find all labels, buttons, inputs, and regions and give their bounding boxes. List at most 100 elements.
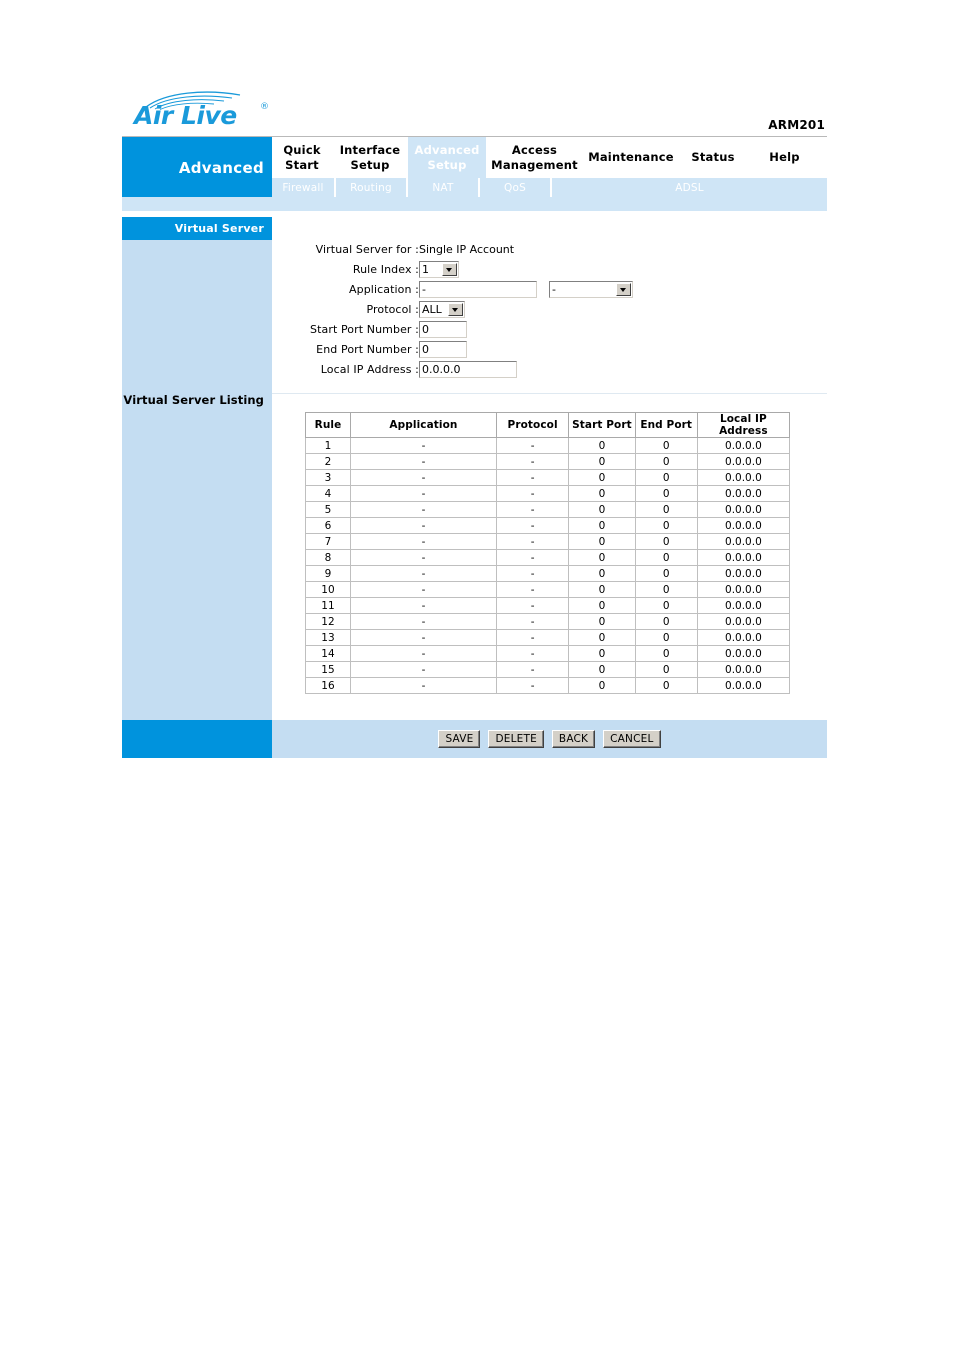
- cancel-button[interactable]: CANCEL: [603, 730, 661, 748]
- form-row-protocol: Protocol : ALL: [310, 299, 633, 319]
- start-port-number-input[interactable]: [418, 320, 467, 338]
- table-cell-start-port: 0: [568, 613, 636, 630]
- listing-column-header-local-ip-address: Local IP Address: [696, 412, 791, 438]
- local-ip-address-input[interactable]: [418, 360, 517, 378]
- main-tab-interface-setup[interactable]: Interface Setup: [332, 137, 408, 178]
- main-tab-status[interactable]: Status: [679, 137, 747, 178]
- table-cell-rule: 4: [305, 485, 351, 502]
- table-cell-local-ip-address: 0.0.0.0: [696, 613, 791, 630]
- table-cell-rule: 3: [305, 469, 351, 486]
- form-row-local-ip: Local IP Address :: [310, 359, 633, 379]
- model-name: ARM201: [768, 118, 825, 132]
- table-cell-protocol: -: [495, 485, 570, 502]
- table-cell-start-port: 0: [568, 581, 636, 598]
- sub-tab-adsl[interactable]: ADSL: [552, 178, 827, 197]
- listing-column-header-rule: Rule: [305, 412, 351, 438]
- table-cell-rule: 6: [305, 517, 351, 534]
- end-port-number-input[interactable]: [418, 340, 467, 358]
- table-cell-protocol: -: [495, 437, 570, 454]
- table-cell-start-port: 0: [568, 629, 636, 646]
- table-cell-local-ip-address: 0.0.0.0: [696, 469, 791, 486]
- table-cell-end-port: 0: [634, 437, 698, 454]
- table-cell-end-port: 0: [634, 597, 698, 614]
- listing-header-row: Rule Application Protocol Start Port End Por…: [305, 412, 791, 438]
- virtual-server-listing: Rule Application Protocol Start Port End Por…: [272, 394, 827, 720]
- virtual-server-form: Virtual Server for : Single IP Account R…: [272, 217, 827, 393]
- table-cell-application: -: [349, 645, 497, 662]
- table-cell-rule: 1: [305, 437, 351, 454]
- navigation-bar: Advanced Quick Start Interface Setup Advan…: [122, 137, 827, 197]
- chevron-down-icon[interactable]: [441, 262, 457, 276]
- table-cell-protocol: -: [495, 517, 570, 534]
- table-cell-protocol: -: [495, 565, 570, 582]
- table-cell-protocol: -: [495, 613, 570, 630]
- back-button[interactable]: BACK: [551, 730, 596, 748]
- chevron-down-icon[interactable]: [615, 282, 631, 296]
- table-cell-application: -: [349, 517, 497, 534]
- table-cell-rule: 7: [305, 533, 351, 550]
- table-cell-end-port: 0: [634, 469, 698, 486]
- sub-tab-firewall[interactable]: Firewall: [272, 178, 336, 197]
- table-cell-local-ip-address: 0.0.0.0: [696, 549, 791, 566]
- main-tab-label: Advanced Setup: [414, 143, 480, 172]
- table-row: 6- -0 0 0.0.0.0: [305, 517, 791, 534]
- listing-column-header-end-port: End Port: [634, 412, 698, 438]
- table-cell-local-ip-address: 0.0.0.0: [696, 597, 791, 614]
- screenshot-page: Air Live ® ARM201 Advanced Quick Start In…: [0, 0, 954, 1350]
- table-cell-protocol: -: [495, 533, 570, 550]
- table-cell-end-port: 0: [634, 629, 698, 646]
- table-cell-start-port: 0: [568, 437, 636, 454]
- chevron-down-icon[interactable]: [447, 302, 463, 316]
- table-row: 16- -0 0 0.0.0.0: [305, 677, 791, 694]
- table-cell-rule: 15: [305, 661, 351, 678]
- sub-tab-qos[interactable]: QoS: [480, 178, 552, 197]
- mode-indicator: Advanced: [122, 137, 272, 197]
- delete-button[interactable]: DELETE: [488, 730, 544, 748]
- main-tab-advanced-setup[interactable]: Advanced Setup: [408, 137, 486, 178]
- main-tab-label: Maintenance: [588, 150, 674, 165]
- rule-index-select-value: 1: [421, 262, 429, 276]
- table-cell-rule: 16: [305, 677, 351, 694]
- application-preset-select[interactable]: -: [548, 280, 633, 298]
- footer-button-group: SAVE DELETE BACK CANCEL: [272, 720, 827, 758]
- table-cell-end-port: 0: [634, 613, 698, 630]
- logo-wordmark: Air Live: [134, 101, 237, 130]
- sub-tab-label: QoS: [504, 181, 526, 194]
- value-start-port-number: [418, 319, 633, 339]
- main-tab-maintenance[interactable]: Maintenance: [583, 137, 679, 178]
- nav-divider-band-blue: [122, 197, 827, 211]
- listing-table-head: Rule Application Protocol Start Port End Por…: [305, 412, 791, 438]
- table-cell-start-port: 0: [568, 469, 636, 486]
- table-cell-end-port: 0: [634, 549, 698, 566]
- application-input[interactable]: [418, 280, 537, 298]
- main-tab-help[interactable]: Help: [747, 137, 822, 178]
- table-cell-start-port: 0: [568, 645, 636, 662]
- table-cell-start-port: 0: [568, 533, 636, 550]
- table-cell-start-port: 0: [568, 501, 636, 518]
- application-preset-select-value: -: [551, 282, 556, 296]
- table-cell-end-port: 0: [634, 485, 698, 502]
- table-cell-local-ip-address: 0.0.0.0: [696, 517, 791, 534]
- table-cell-application: -: [349, 453, 497, 470]
- table-row: 14- -0 0 0.0.0.0: [305, 645, 791, 662]
- main-tab-label: Access Management: [491, 143, 578, 172]
- rule-index-select[interactable]: 1: [418, 260, 459, 278]
- table-row: 7- -0 0 0.0.0.0: [305, 533, 791, 550]
- table-cell-rule: 8: [305, 549, 351, 566]
- sub-tab-routing[interactable]: Routing: [336, 178, 408, 197]
- table-cell-start-port: 0: [568, 661, 636, 678]
- table-cell-protocol: -: [495, 661, 570, 678]
- main-tab-access-management[interactable]: Access Management: [486, 137, 583, 178]
- table-cell-local-ip-address: 0.0.0.0: [696, 485, 791, 502]
- form-row-end-port: End Port Number :: [310, 339, 633, 359]
- save-button[interactable]: SAVE: [438, 730, 481, 748]
- table-cell-application: -: [349, 485, 497, 502]
- sub-tab-nat[interactable]: NAT: [408, 178, 480, 197]
- table-cell-application: -: [349, 581, 497, 598]
- main-tab-quick-start[interactable]: Quick Start: [272, 137, 332, 178]
- sidebar-section-virtual-server-listing: Virtual Server Listing: [123, 393, 264, 407]
- label-application: Application :: [349, 282, 419, 296]
- main-tab-label: Interface Setup: [339, 143, 401, 172]
- protocol-select[interactable]: ALL: [418, 300, 465, 318]
- sidebar-item-virtual-server[interactable]: Virtual Server: [122, 217, 272, 240]
